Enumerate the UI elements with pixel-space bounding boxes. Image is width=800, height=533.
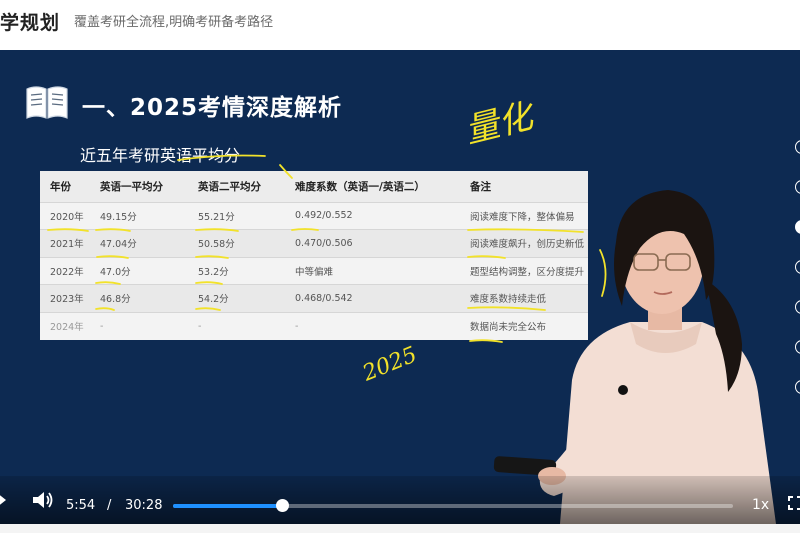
video-player[interactable]: 一、2025考情深度解析 近五年考研英语平均分 年份 英语一平均分 英语二平均分… [0,50,800,524]
fullscreen-icon[interactable] [788,496,800,510]
player-controls: 5:54 / 30:28 1x [0,476,800,524]
playback-speed-button[interactable]: 1x [752,497,769,513]
bottom-strip [0,524,800,533]
current-time: 5:54 [66,498,96,513]
course-subtitle: 覆盖考研全流程,明确考研备考路径 [74,15,274,30]
progress-handle[interactable] [275,499,289,512]
progress-fill [173,504,282,508]
play-icon[interactable] [0,492,6,508]
course-header: 学规划 覆盖考研全流程,明确考研备考路径 [0,0,800,50]
presenter-figure [493,190,776,524]
course-title: 学规划 [0,12,61,34]
progress-bar[interactable] [173,499,733,512]
volume-icon[interactable] [32,490,54,510]
time-separator: / [107,498,112,513]
total-time: 30:28 [125,498,163,513]
